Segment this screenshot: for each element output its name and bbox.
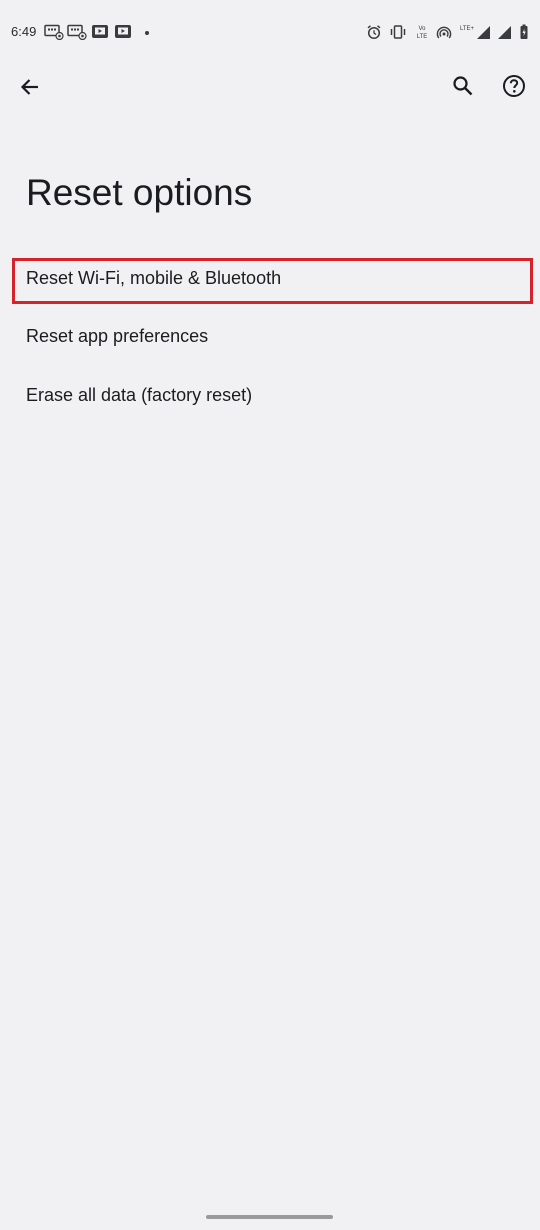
volte-top-label: Vo [418, 26, 426, 32]
option-label: Erase all data (factory reset) [26, 385, 253, 405]
screen-record-icon [44, 24, 64, 40]
status-time: 6:49 [11, 24, 37, 39]
help-button[interactable] [494, 66, 534, 106]
youtube-icon [114, 24, 132, 40]
option-erase-all-data[interactable]: Erase all data (factory reset) [0, 365, 540, 423]
option-reset-app-preferences[interactable]: Reset app preferences [0, 306, 540, 364]
lte-label: LTE+ [459, 26, 475, 32]
hotspot-icon [436, 24, 452, 40]
status-bar: 6:49 Vo LTE LTE+ [0, 0, 540, 66]
youtube-icon [91, 24, 109, 40]
option-reset-wifi-mobile-bluetooth[interactable]: Reset Wi-Fi, mobile & Bluetooth [0, 248, 540, 306]
alarm-icon [366, 24, 382, 40]
vibrate-icon [389, 24, 407, 40]
option-label: Reset Wi-Fi, mobile & Bluetooth [26, 268, 282, 288]
battery-icon [519, 24, 529, 40]
option-label: Reset app preferences [26, 326, 209, 346]
search-icon [452, 75, 474, 97]
arrow-left-icon [19, 76, 41, 98]
signal-icon [476, 24, 491, 40]
volte-bottom-label: LTE [416, 34, 428, 40]
signal-icon [497, 24, 512, 40]
notification-dot [145, 31, 149, 35]
page-title: Reset options [26, 172, 253, 213]
screen-record-icon [67, 24, 87, 40]
back-button[interactable] [10, 67, 50, 107]
search-button[interactable] [443, 66, 483, 106]
gesture-nav-handle[interactable] [206, 1215, 333, 1219]
help-circle-icon [502, 74, 526, 98]
